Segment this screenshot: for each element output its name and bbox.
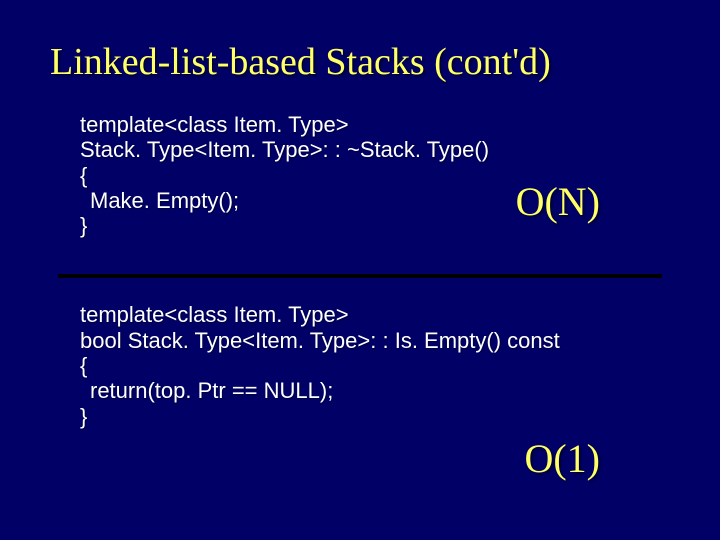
code-line: Make. Empty(); (80, 188, 720, 213)
complexity-label-on: O(N) (516, 178, 600, 225)
code-line: return(top. Ptr == NULL); (80, 378, 720, 403)
code-line: Stack. Type<Item. Type>: : ~Stack. Type(… (80, 137, 720, 162)
code-line: template<class Item. Type> (80, 112, 720, 137)
complexity-label-o1: O(1) (524, 435, 600, 482)
code-block-destructor: template<class Item. Type> Stack. Type<I… (0, 112, 720, 238)
code-line: } (80, 404, 720, 429)
code-line: bool Stack. Type<Item. Type>: : Is. Empt… (80, 328, 720, 353)
code-line: } (80, 213, 720, 238)
code-line: { (80, 163, 720, 188)
divider-line (58, 274, 662, 278)
slide-title: Linked-list-based Stacks (cont'd) (0, 0, 720, 84)
slide: Linked-list-based Stacks (cont'd) templa… (0, 0, 720, 540)
code-block-isempty: template<class Item. Type> bool Stack. T… (0, 302, 720, 428)
code-line: template<class Item. Type> (80, 302, 720, 327)
code-line: { (80, 353, 720, 378)
